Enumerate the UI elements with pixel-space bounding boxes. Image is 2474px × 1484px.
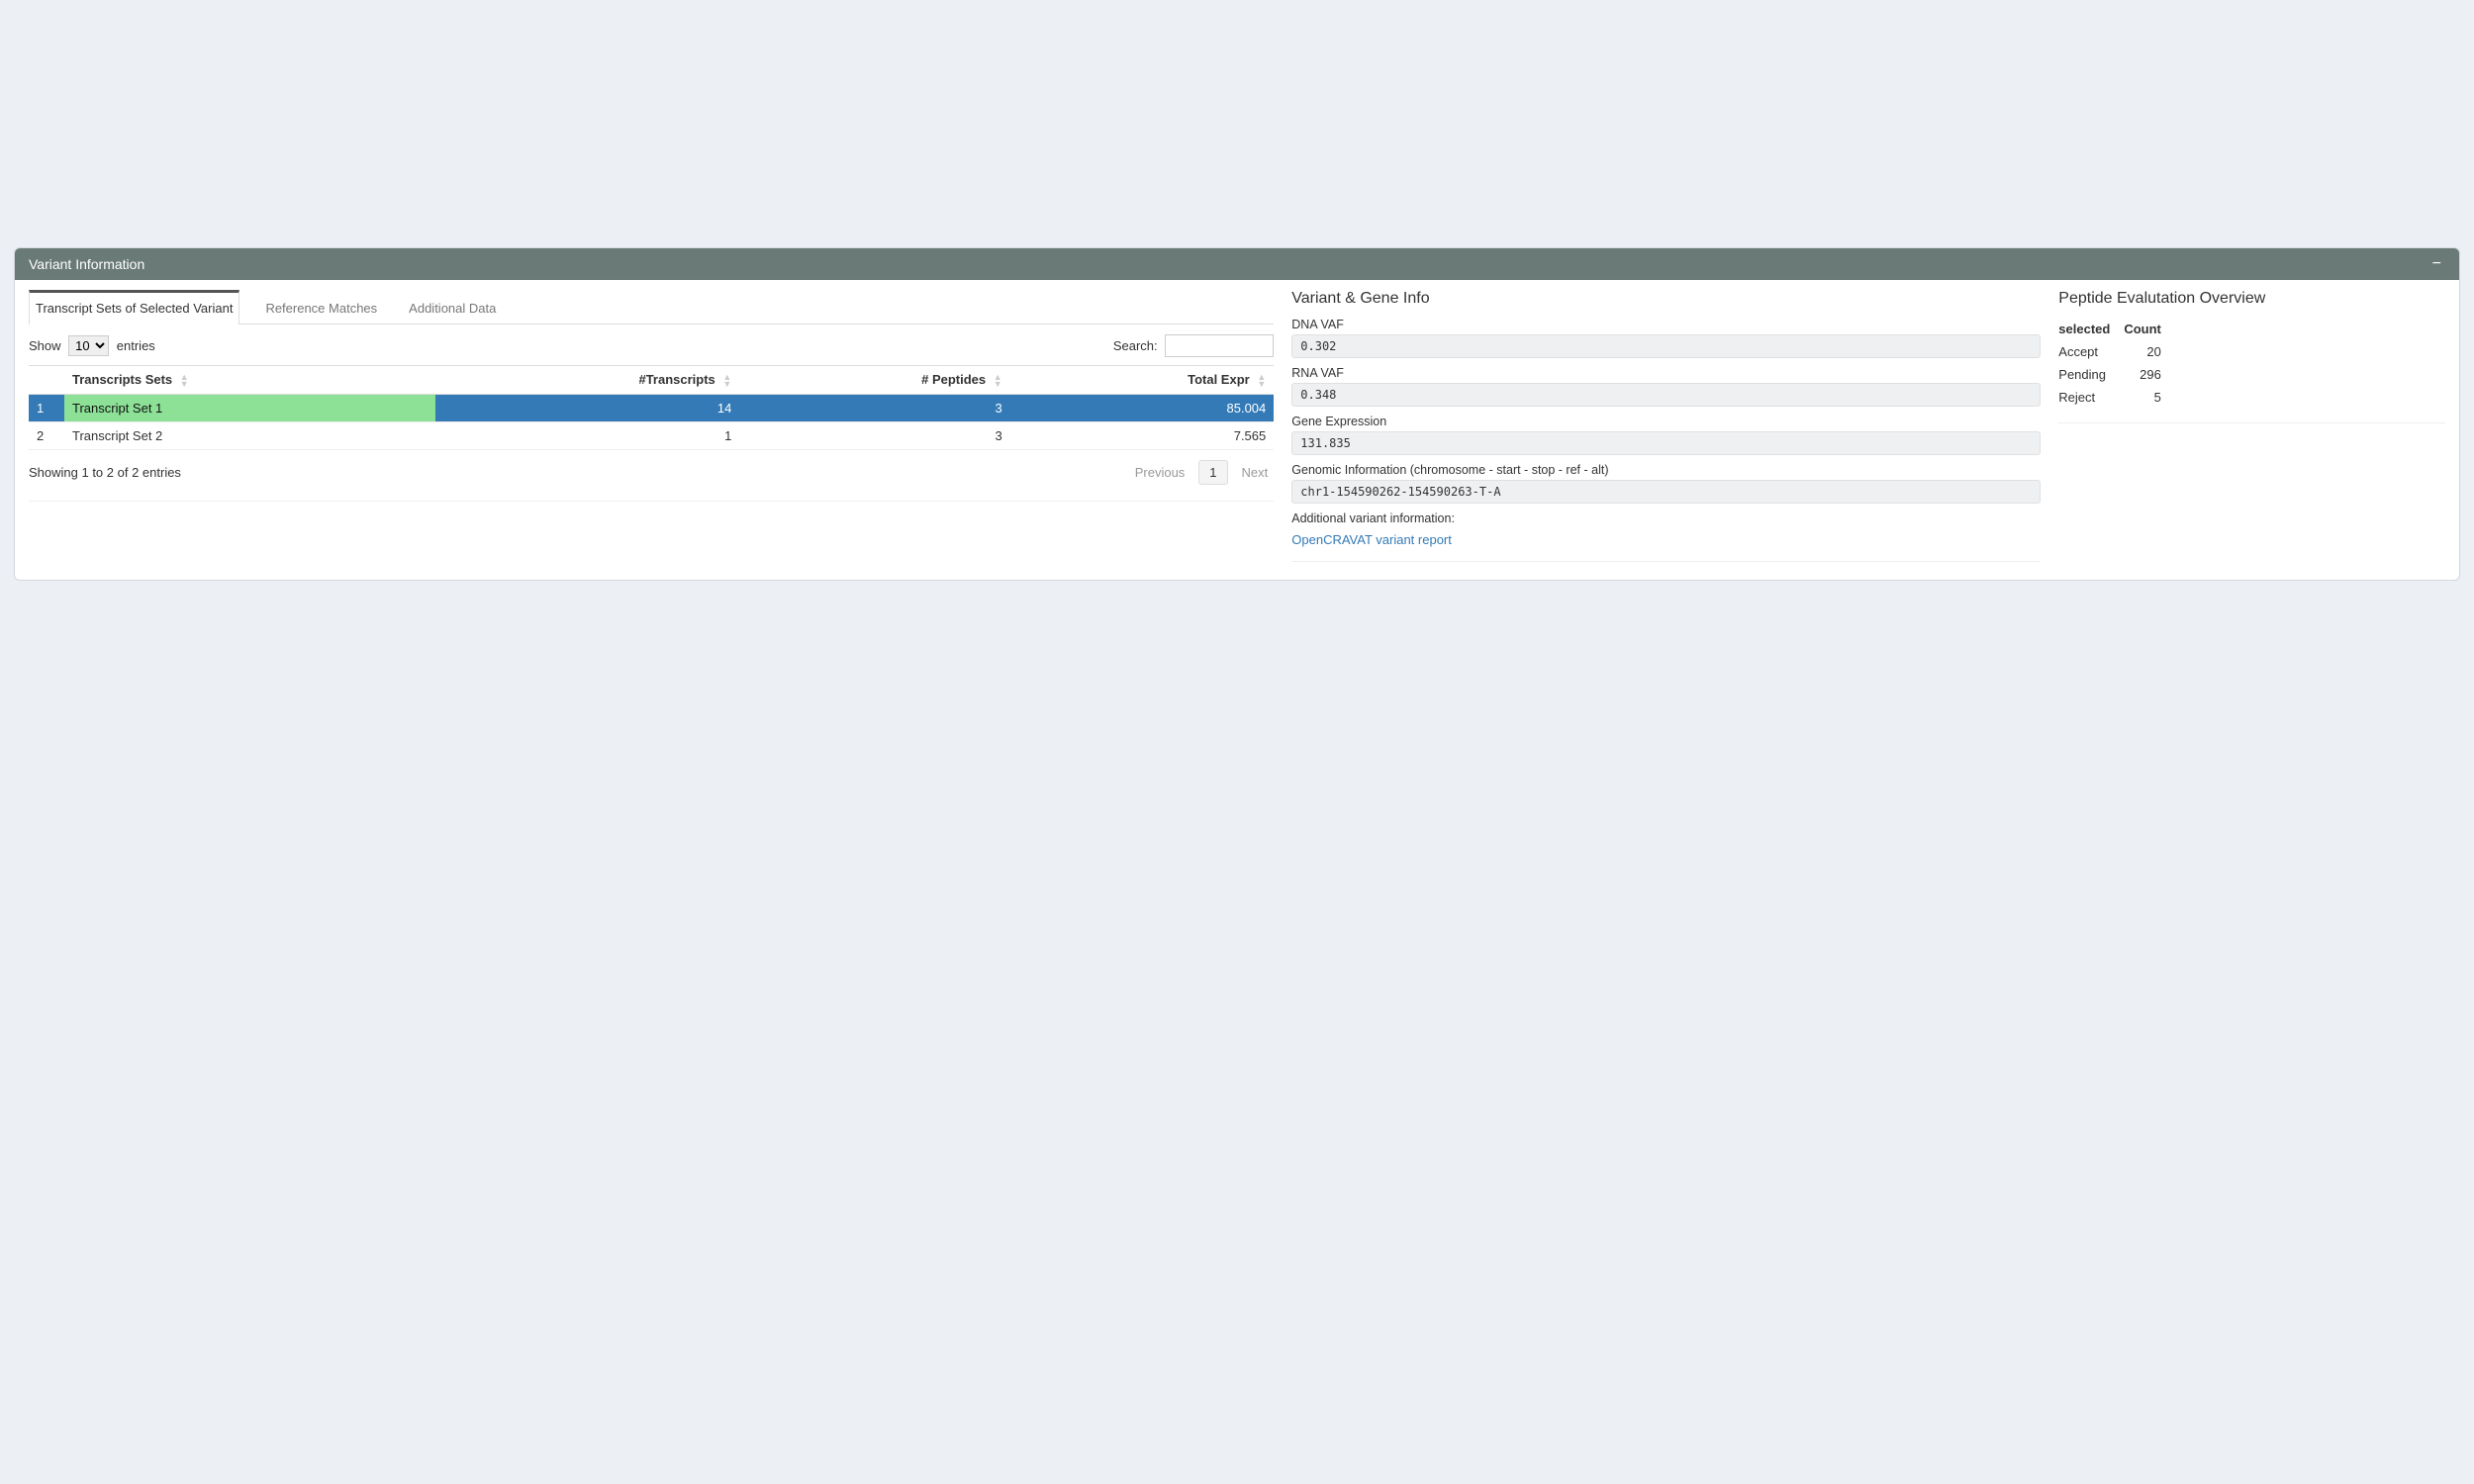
- tab-additional-data[interactable]: Additional Data: [403, 290, 502, 324]
- sort-icon: ▲▼: [1257, 374, 1266, 388]
- col-transcripts-sets[interactable]: Transcripts Sets ▲▼: [64, 366, 435, 395]
- variant-gene-info-column: Variant & Gene Info DNA VAF 0.302 RNA VA…: [1291, 290, 2041, 562]
- col-total-expr-label: Total Expr: [1188, 372, 1250, 387]
- search-label: Search:: [1113, 338, 1158, 353]
- overview-label: Pending: [2058, 363, 2124, 386]
- info-text: Showing 1 to 2 of 2 entries: [29, 465, 181, 480]
- tab-reference-matches[interactable]: Reference Matches: [259, 290, 383, 324]
- sort-icon: ▲▼: [722, 374, 731, 388]
- overview-count: 5: [2124, 386, 2161, 409]
- peptide-overview-table: selected Count Accept 20 Pending 296 Rej…: [2058, 318, 2161, 409]
- show-label-post: entries: [117, 338, 155, 353]
- col-num-transcripts-label: #Transcripts: [638, 372, 714, 387]
- row-transcripts: 14: [435, 394, 740, 421]
- dna-vaf-value: 0.302: [1291, 334, 2041, 358]
- overview-count: 296: [2124, 363, 2161, 386]
- overview-label: Reject: [2058, 386, 2124, 409]
- genomic-info-label: Genomic Information (chromosome - start …: [1291, 463, 2041, 477]
- variant-gene-info-title: Variant & Gene Info: [1291, 290, 2041, 308]
- collapse-button[interactable]: −: [2428, 256, 2445, 272]
- sort-icon: ▲▼: [180, 374, 189, 388]
- length-select[interactable]: 10: [68, 335, 109, 356]
- divider: [1291, 561, 2041, 562]
- genomic-info-value: chr1-154590262-154590263-T-A: [1291, 480, 2041, 504]
- datatable-footer: Showing 1 to 2 of 2 entries Previous 1 N…: [29, 460, 1274, 485]
- gene-expression-label: Gene Expression: [1291, 415, 2041, 428]
- rna-vaf-value: 0.348: [1291, 383, 2041, 407]
- row-index: 1: [29, 394, 64, 421]
- col-selected: selected: [2058, 318, 2124, 340]
- row-expr: 7.565: [1010, 421, 1275, 449]
- show-label-pre: Show: [29, 338, 61, 353]
- rna-vaf-label: RNA VAF: [1291, 366, 2041, 380]
- pager: Previous 1 Next: [1129, 460, 1275, 485]
- tabs: Transcript Sets of Selected Variant Refe…: [29, 290, 1274, 325]
- row-peptides: 3: [739, 394, 1009, 421]
- variant-information-panel: Variant Information − Transcript Sets of…: [14, 247, 2460, 581]
- panel-header: Variant Information −: [15, 248, 2459, 280]
- col-num-peptides-label: # Peptides: [921, 372, 986, 387]
- overview-row: Reject 5: [2058, 386, 2161, 409]
- col-transcripts-sets-label: Transcripts Sets: [72, 372, 172, 387]
- transcript-sets-table: Transcripts Sets ▲▼ #Transcripts ▲▼ # Pe…: [29, 365, 1274, 450]
- row-name: Transcript Set 2: [64, 421, 435, 449]
- col-num-peptides[interactable]: # Peptides ▲▼: [739, 366, 1009, 395]
- search-input[interactable]: [1165, 334, 1274, 357]
- opencravat-link[interactable]: OpenCRAVAT variant report: [1291, 532, 1452, 547]
- panel-body: Transcript Sets of Selected Variant Refe…: [15, 280, 2459, 580]
- datatable-controls: Show 10 entries Search:: [29, 334, 1274, 357]
- peptide-overview-title: Peptide Evalutation Overview: [2058, 290, 2445, 308]
- col-total-expr[interactable]: Total Expr ▲▼: [1010, 366, 1275, 395]
- sort-icon: ▲▼: [994, 374, 1002, 388]
- overview-label: Accept: [2058, 340, 2124, 363]
- col-num-transcripts[interactable]: #Transcripts ▲▼: [435, 366, 740, 395]
- row-peptides: 3: [739, 421, 1009, 449]
- row-name: Transcript Set 1: [64, 394, 435, 421]
- divider: [2058, 422, 2445, 423]
- page-number[interactable]: 1: [1198, 460, 1227, 485]
- dna-vaf-label: DNA VAF: [1291, 318, 2041, 331]
- gene-expression-value: 131.835: [1291, 431, 2041, 455]
- row-transcripts: 1: [435, 421, 740, 449]
- transcript-sets-column: Transcript Sets of Selected Variant Refe…: [29, 290, 1274, 562]
- row-index: 2: [29, 421, 64, 449]
- col-count: Count: [2124, 318, 2161, 340]
- row-expr: 85.004: [1010, 394, 1275, 421]
- overview-row: Accept 20: [2058, 340, 2161, 363]
- table-row[interactable]: 2 Transcript Set 2 1 3 7.565: [29, 421, 1274, 449]
- search-control: Search:: [1113, 334, 1274, 357]
- next-button[interactable]: Next: [1236, 461, 1275, 484]
- tab-transcript-sets[interactable]: Transcript Sets of Selected Variant: [29, 290, 239, 325]
- overview-count: 20: [2124, 340, 2161, 363]
- overview-row: Pending 296: [2058, 363, 2161, 386]
- table-row[interactable]: 1 Transcript Set 1 14 3 85.004: [29, 394, 1274, 421]
- length-control: Show 10 entries: [29, 335, 155, 356]
- additional-info-label: Additional variant information:: [1291, 511, 2041, 525]
- peptide-overview-column: Peptide Evalutation Overview selected Co…: [2058, 290, 2445, 562]
- col-index[interactable]: [29, 366, 64, 395]
- divider: [29, 501, 1274, 502]
- panel-title: Variant Information: [29, 256, 144, 272]
- previous-button[interactable]: Previous: [1129, 461, 1191, 484]
